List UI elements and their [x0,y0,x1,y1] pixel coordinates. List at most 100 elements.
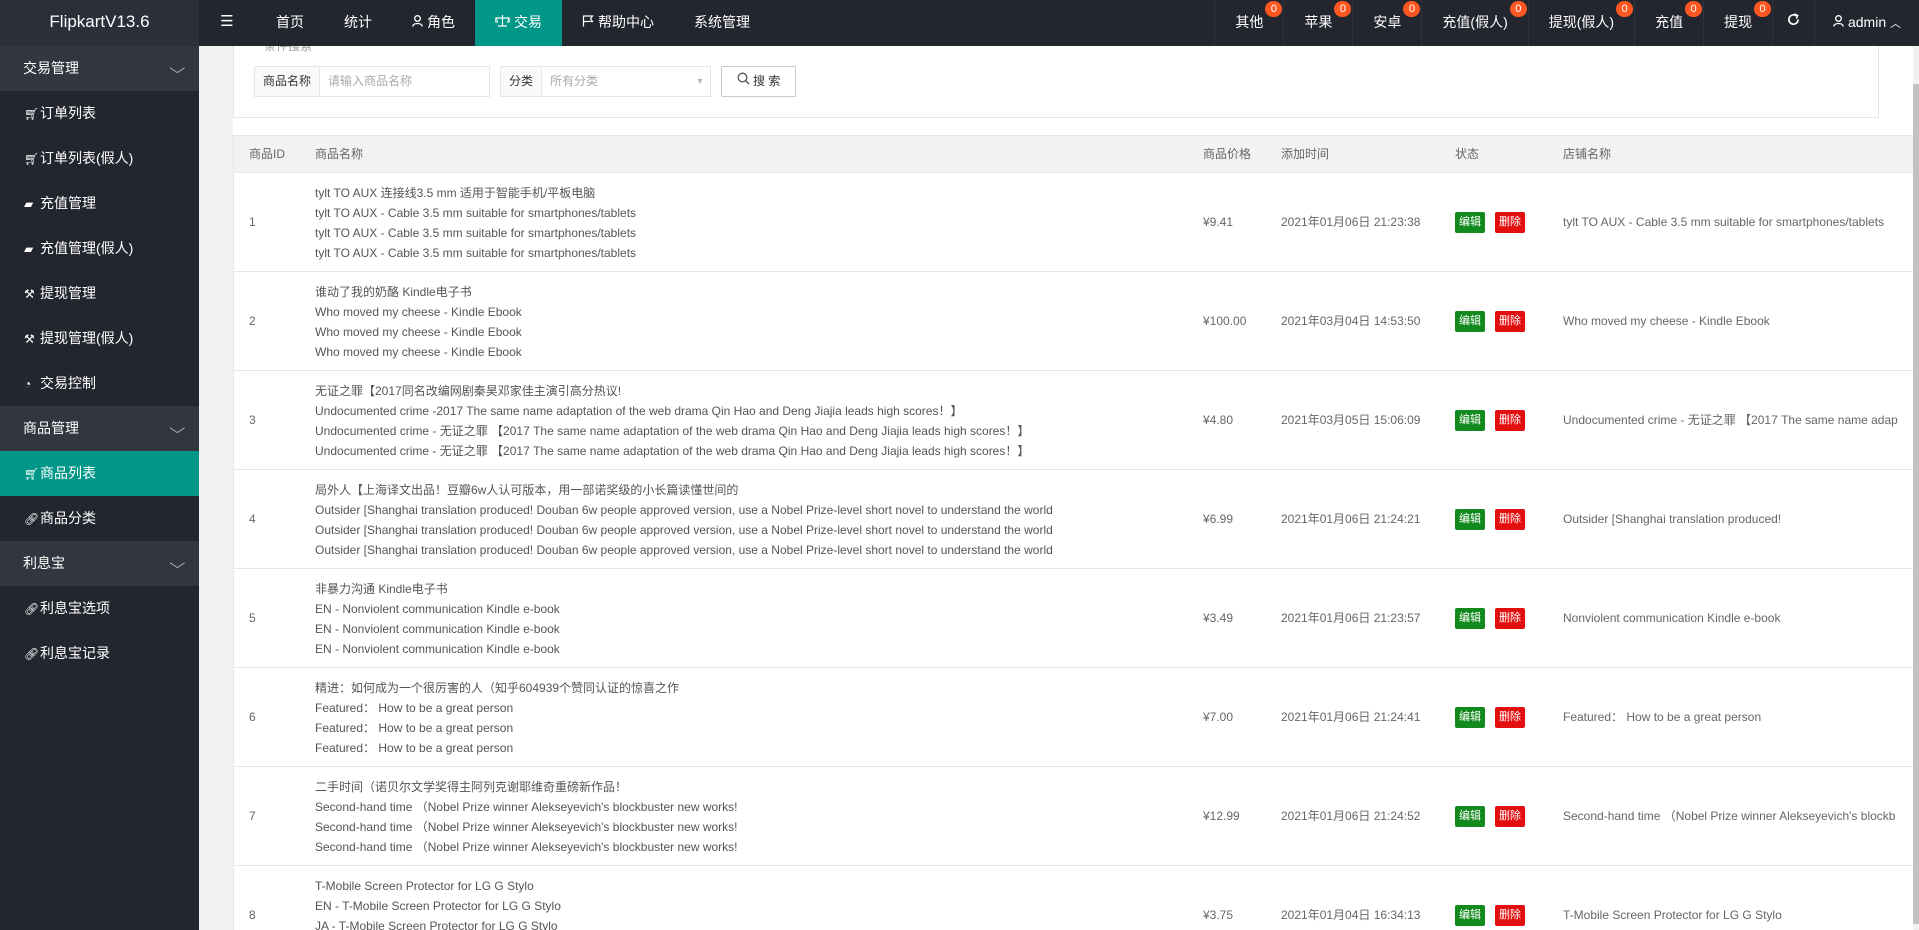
sidebar-item-withdraw-fake[interactable]: ⚒︎ 提现管理(假人) [0,316,199,361]
cell-price: ¥12.99 [1203,809,1240,823]
delete-button[interactable]: 删除 [1495,905,1525,926]
name-line: Who moved my cheese - Kindle Ebook [315,305,522,319]
edit-button[interactable]: 编辑 [1455,806,1485,827]
nav-label: 统计 [344,14,372,30]
name-line: Who moved my cheese - Kindle Ebook [315,325,522,339]
edit-button[interactable]: 编辑 [1455,905,1485,926]
count-badge: 0 [1334,1,1352,17]
item-label: 订单列表 [40,105,96,121]
sidebar-item-recharge-fake[interactable]: ▰ 充值管理(假人) [0,226,199,271]
cell-time: 2021年01月06日 21:23:57 [1281,611,1421,625]
name-line: Second-hand time （Nobel Prize winner Ale… [315,800,738,814]
main-nav: 首页 统计 角色 交易 帮助中心 系统管理 [256,0,770,46]
sidebar-item-interest-records[interactable]: 🔗︎利息宝记录 [0,631,199,676]
item-label: 商品分类 [40,510,96,526]
search-button[interactable]: 搜 索 [721,66,796,97]
refresh-icon[interactable] [1772,0,1814,46]
sidebar-item-trade-control[interactable]: ◔ 交易控制 [0,361,199,406]
notify-label: 苹果 [1304,14,1333,30]
cell-name: 精进：如何成为一个很厉害的人（知乎604939个赞同认证的惊喜之作 Feature… [315,678,679,758]
name-line: EN - T-Mobile Screen Protector for LG G … [315,899,561,913]
nav-system-management[interactable]: 系统管理 [674,0,770,46]
edit-button[interactable]: 编辑 [1455,707,1485,728]
edit-button[interactable]: 编辑 [1455,212,1485,233]
col-status: 状态 [1455,147,1480,161]
delete-button[interactable]: 删除 [1495,311,1525,332]
vertical-scrollbar[interactable] [1913,46,1919,930]
notify-label: 提现 [1724,14,1753,30]
delete-button[interactable]: 删除 [1495,410,1525,431]
cell-time: 2021年01月06日 21:24:41 [1281,710,1421,724]
nav-statistics[interactable]: 统计 [324,0,392,46]
count-badge: 0 [1509,1,1527,17]
user-menu[interactable]: admin ︿ [1814,0,1919,46]
category-select[interactable]: 所有分类 [542,67,690,96]
cell-name: 二手时间（诺贝尔文学奖得主阿列克谢耶维奇重磅新作品！ Second-hand ti… [315,777,738,857]
name-line: JA - T-Mobile Screen Protector for LG G … [315,919,558,930]
cell-shop: Undocumented crime - 无证之罪 【2017 The same… [1563,413,1898,427]
chat-icon: ▰ [24,242,34,256]
notify-withdraw[interactable]: 提现 0 [1703,0,1772,46]
notify-android[interactable]: 安卓 0 [1352,0,1421,46]
cell-actions: 编辑 删除 [1455,410,1525,431]
menu-toggle-icon[interactable]: ☰ [214,0,240,46]
sidebar-item-withdraw[interactable]: ⚒︎ 提现管理 [0,271,199,316]
app-logo[interactable]: FlipkartV13.6 [0,0,199,46]
delete-button[interactable]: 删除 [1495,707,1525,728]
cell-name: 谁动了我的奶酪 Kindle电子书 Who moved my cheese - K… [315,282,522,362]
caret-down-icon[interactable]: ▼ [690,67,710,96]
field-label: 商品名称 [255,67,321,96]
notify-withdraw-fake[interactable]: 提现(假人) 0 [1527,0,1634,46]
cell-actions: 编辑 删除 [1455,311,1525,332]
cell-time: 2021年01月04日 16:34:13 [1281,908,1421,922]
notify-apple[interactable]: 苹果 0 [1283,0,1352,46]
count-badge: 0 [1754,1,1772,17]
sidebar-group-products[interactable]: 商品管理 ⌵ [0,406,199,451]
name-line: 局外人【上海译文出品！豆瓣6w人认可版本，用一部诺奖级的小长篇读懂世间的 [315,483,739,497]
nav-home[interactable]: 首页 [256,0,324,46]
product-name-input[interactable]: 请输入商品名称 [320,67,489,96]
delete-button[interactable]: 删除 [1495,806,1525,827]
cart-icon: 🛒︎ [24,467,40,481]
cell-price: ¥6.99 [1203,512,1234,526]
cell-actions: 编辑 删除 [1455,608,1525,629]
sidebar-item-orders-fake[interactable]: 🛒︎订单列表(假人) [0,136,199,181]
name-line: tylt TO AUX - Cable 3.5 mm suitable for … [315,206,637,220]
link-icon: 🔗︎ [24,647,40,661]
cell-price: ¥100.00 [1203,314,1247,328]
link-icon: 🔗︎ [24,602,40,616]
notify-other[interactable]: 其他 0 [1214,0,1283,46]
sidebar-item-product-list[interactable]: 🛒︎商品列表 [0,451,199,496]
sidebar-group-interest[interactable]: 利息宝 ⌵ [0,541,199,586]
search-icon [737,72,750,88]
sidebar-item-product-category[interactable]: 🔗︎商品分类 [0,496,199,541]
sidebar-item-interest-options[interactable]: 🔗︎利息宝选项 [0,586,199,631]
name-line: EN - Nonviolent communication Kindle e-b… [315,622,560,636]
name-line: Outsider [Shanghai translation produced!… [315,523,1053,537]
scrollbar-thumb[interactable] [1913,84,1919,924]
delete-button[interactable]: 删除 [1495,212,1525,233]
main-content: 条件搜索 商品名称 请输入商品名称 分类 所有分类 ▼ 搜 索 商品ID 商品名… [199,46,1919,930]
delete-button[interactable]: 删除 [1495,509,1525,530]
edit-button[interactable]: 编辑 [1455,410,1485,431]
sidebar-group-trade[interactable]: 交易管理 ⌵ [0,46,199,91]
edit-button[interactable]: 编辑 [1455,509,1485,530]
name-line: Undocumented crime - 无证之罪 【2017 The same… [315,424,1030,438]
cart-icon: 🛒︎ [24,107,40,121]
name-line: 二手时间（诺贝尔文学奖得主阿列克谢耶维奇重磅新作品！ [315,780,628,794]
nav-trade[interactable]: 交易 [475,0,562,46]
edit-button[interactable]: 编辑 [1455,311,1485,332]
cell-shop: Outsider [Shanghai translation produced! [1563,512,1782,526]
edit-button[interactable]: 编辑 [1455,608,1485,629]
sidebar-item-recharge[interactable]: ▰ 充值管理 [0,181,199,226]
item-label: 订单列表(假人) [40,150,134,166]
cell-time: 2021年01月06日 21:23:38 [1281,215,1421,229]
flag-icon [582,1,594,45]
delete-button[interactable]: 删除 [1495,608,1525,629]
sidebar-item-orders[interactable]: 🛒︎订单列表 [0,91,199,136]
notify-recharge[interactable]: 充值 0 [1634,0,1703,46]
notification-nav: 其他 0 苹果 0 安卓 0 充值(假人) 0 提现(假人) 0 充值 0 提现 0 admi… [1214,0,1919,46]
nav-help-center[interactable]: 帮助中心 [562,0,674,46]
notify-recharge-fake[interactable]: 充值(假人) 0 [1421,0,1527,46]
nav-roles[interactable]: 角色 [392,0,475,46]
